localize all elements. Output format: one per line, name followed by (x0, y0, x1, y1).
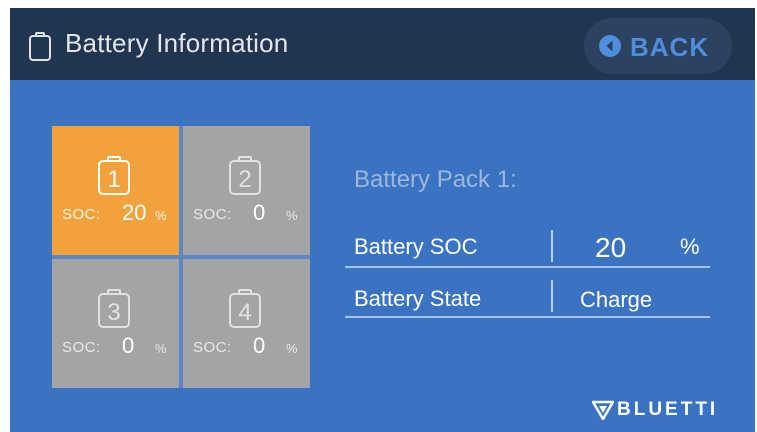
soc-label: SOC: (193, 206, 232, 223)
soc-label: SOC: (62, 339, 101, 356)
soc-value: 0 (253, 333, 266, 358)
battery-4-number: 4 (238, 299, 251, 326)
battery-pack-grid: 1 SOC: 20 % 2 SOC: 0 % 3 SOC: 0 % 4 SOC:… (52, 126, 310, 388)
back-button[interactable]: BACK (584, 18, 732, 74)
battery-3-number: 3 (107, 299, 120, 326)
soc-unit: % (286, 208, 298, 223)
brand-name: BLUETTI (617, 399, 719, 420)
battery-pack-title: Battery Pack 1: (354, 166, 517, 193)
battery-soc-unit: % (680, 234, 700, 259)
row-divider (345, 316, 710, 318)
battery-soc-label: Battery SOC (354, 234, 478, 259)
battery-1-number: 1 (107, 166, 120, 193)
battery-1-icon: 1 (98, 156, 130, 195)
battery-state-label: Battery State (354, 286, 482, 311)
back-button-label: BACK (630, 32, 710, 62)
page-title: Battery Information (65, 28, 289, 58)
row-divider (345, 266, 710, 268)
battery-soc-value: 20 (595, 232, 627, 263)
soc-unit: % (155, 341, 167, 356)
battery-3-icon: 3 (98, 289, 130, 328)
soc-value: 0 (253, 200, 266, 225)
soc-unit: % (155, 208, 167, 223)
column-divider (551, 230, 553, 262)
brand-logo: BLUETTI (592, 398, 742, 424)
column-divider (551, 280, 553, 312)
battery-outline-icon (29, 32, 51, 61)
soc-value: 0 (122, 333, 135, 358)
battery-2-number: 2 (238, 166, 251, 193)
soc-value: 20 (122, 200, 147, 225)
header-bar: Battery Information BACK (10, 8, 755, 80)
battery-2-icon: 2 (229, 156, 261, 195)
battery-4-icon: 4 (229, 289, 261, 328)
battery-pack-1-tile[interactable]: 1 SOC: 20 % (52, 126, 179, 255)
bluetti-logo-mark (592, 400, 614, 420)
soc-unit: % (286, 341, 298, 356)
battery-pack-3-tile[interactable]: 3 SOC: 0 % (52, 259, 179, 388)
soc-label: SOC: (193, 339, 232, 356)
left-arrow-circle-icon (599, 35, 621, 57)
battery-pack-2-tile[interactable]: 2 SOC: 0 % (183, 126, 310, 255)
battery-state-value: Charge (580, 287, 653, 312)
battery-information-screen: Battery Information BACK 1 SOC: 20 % 2 S… (10, 8, 755, 432)
soc-label: SOC: (62, 206, 101, 223)
battery-pack-4-tile[interactable]: 4 SOC: 0 % (183, 259, 310, 388)
